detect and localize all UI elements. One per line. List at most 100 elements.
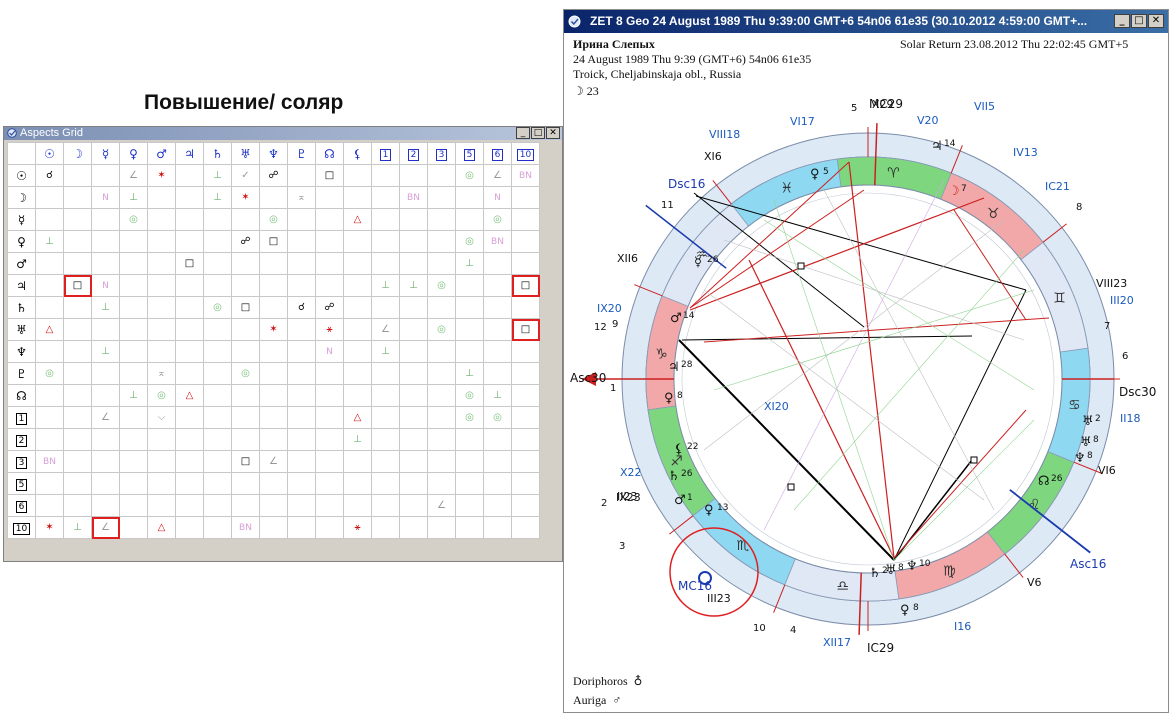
aspect-cell[interactable] bbox=[175, 516, 204, 539]
aspect-cell[interactable] bbox=[399, 208, 428, 231]
aspect-cell[interactable]: ∠ bbox=[371, 318, 400, 341]
aspect-cell[interactable]: ⊥ bbox=[91, 296, 120, 319]
aspect-cell[interactable]: □ bbox=[315, 164, 344, 187]
aspect-cell[interactable] bbox=[203, 450, 232, 473]
aspect-cell[interactable] bbox=[203, 406, 232, 429]
aspect-cell[interactable] bbox=[427, 450, 456, 473]
aspect-cell[interactable] bbox=[63, 406, 92, 429]
aspect-cell[interactable]: ✶ bbox=[147, 164, 176, 187]
aspect-cell[interactable]: □ bbox=[511, 318, 540, 341]
aspect-cell[interactable] bbox=[371, 472, 400, 495]
aspect-cell[interactable] bbox=[399, 472, 428, 495]
aspect-cell[interactable] bbox=[147, 428, 176, 451]
aspect-cell[interactable] bbox=[371, 230, 400, 253]
aspect-cell[interactable] bbox=[455, 208, 484, 231]
aspect-cell[interactable] bbox=[147, 296, 176, 319]
aspect-cell[interactable] bbox=[455, 186, 484, 209]
aspect-cell[interactable]: ∠ bbox=[259, 450, 288, 473]
aspect-cell[interactable] bbox=[35, 428, 64, 451]
aspect-cell[interactable]: □ bbox=[259, 230, 288, 253]
chart-window-titlebar[interactable]: ZET 8 Geo 24 August 1989 Thu 9:39:00 GMT… bbox=[564, 10, 1168, 33]
aspect-cell[interactable] bbox=[119, 340, 148, 363]
aspect-cell[interactable] bbox=[119, 450, 148, 473]
row-header[interactable]: ♂ bbox=[7, 252, 36, 275]
aspect-cell[interactable] bbox=[175, 362, 204, 385]
close-button[interactable]: ✕ bbox=[1148, 14, 1164, 28]
close-button[interactable]: ✕ bbox=[546, 127, 560, 139]
aspect-cell[interactable]: ∠ bbox=[91, 406, 120, 429]
aspect-cell[interactable] bbox=[483, 252, 512, 275]
aspect-cell[interactable] bbox=[343, 384, 372, 407]
aspect-cell[interactable] bbox=[343, 296, 372, 319]
column-header[interactable]: ♄ bbox=[203, 142, 232, 165]
aspect-cell[interactable] bbox=[91, 450, 120, 473]
aspect-cell[interactable] bbox=[203, 494, 232, 517]
aspect-cell[interactable] bbox=[287, 428, 316, 451]
aspect-cell[interactable] bbox=[511, 472, 540, 495]
row-header[interactable]: ♃ bbox=[7, 274, 36, 297]
aspect-cell[interactable]: ⊥ bbox=[119, 384, 148, 407]
aspect-cell[interactable] bbox=[511, 516, 540, 539]
aspect-cell[interactable] bbox=[371, 450, 400, 473]
aspect-cell[interactable]: ◎ bbox=[231, 362, 260, 385]
aspect-cell[interactable] bbox=[119, 274, 148, 297]
aspect-cell[interactable]: ∠ bbox=[483, 164, 512, 187]
aspect-cell[interactable] bbox=[259, 472, 288, 495]
aspect-cell[interactable]: ⊥ bbox=[455, 362, 484, 385]
aspect-cell[interactable] bbox=[63, 472, 92, 495]
aspect-cell[interactable] bbox=[147, 230, 176, 253]
aspect-cell[interactable] bbox=[455, 494, 484, 517]
aspect-cell[interactable] bbox=[175, 340, 204, 363]
row-header[interactable]: ☽ bbox=[7, 186, 36, 209]
aspect-cell[interactable] bbox=[147, 274, 176, 297]
aspect-cell[interactable] bbox=[119, 230, 148, 253]
aspect-cell[interactable] bbox=[91, 164, 120, 187]
aspect-cell[interactable] bbox=[371, 516, 400, 539]
aspect-cell[interactable]: ⚹ bbox=[315, 318, 344, 341]
aspect-cell[interactable] bbox=[259, 274, 288, 297]
row-header[interactable]: ♅ bbox=[7, 318, 36, 341]
aspect-cell[interactable]: ⊥ bbox=[63, 516, 92, 539]
aspect-cell[interactable] bbox=[511, 406, 540, 429]
aspect-cell[interactable] bbox=[343, 252, 372, 275]
aspect-cell[interactable] bbox=[175, 318, 204, 341]
column-header[interactable]: 10 bbox=[511, 142, 540, 165]
aspect-cell[interactable] bbox=[63, 186, 92, 209]
aspect-cell[interactable] bbox=[287, 252, 316, 275]
aspect-cell[interactable]: N bbox=[315, 340, 344, 363]
aspect-cell[interactable] bbox=[259, 384, 288, 407]
aspect-cell[interactable] bbox=[175, 186, 204, 209]
aspect-cell[interactable] bbox=[427, 340, 456, 363]
aspect-cell[interactable] bbox=[343, 450, 372, 473]
aspect-cell[interactable] bbox=[371, 384, 400, 407]
aspect-cell[interactable]: ⊥ bbox=[203, 186, 232, 209]
aspect-cell[interactable] bbox=[371, 186, 400, 209]
aspect-cell[interactable] bbox=[287, 406, 316, 429]
aspect-cell[interactable] bbox=[427, 472, 456, 495]
aspect-cell[interactable]: ☍ bbox=[259, 164, 288, 187]
aspect-cell[interactable] bbox=[371, 164, 400, 187]
column-header[interactable]: 1 bbox=[371, 142, 400, 165]
aspect-cell[interactable]: ⊥ bbox=[399, 274, 428, 297]
aspect-cell[interactable] bbox=[63, 208, 92, 231]
aspect-cell[interactable]: ⊥ bbox=[371, 340, 400, 363]
aspect-cell[interactable] bbox=[343, 164, 372, 187]
aspect-cell[interactable] bbox=[511, 296, 540, 319]
aspect-cell[interactable]: ⚹ bbox=[343, 516, 372, 539]
aspect-cell[interactable] bbox=[259, 296, 288, 319]
aspect-cell[interactable] bbox=[399, 318, 428, 341]
aspect-cell[interactable]: ◎ bbox=[483, 208, 512, 231]
aspect-cell[interactable] bbox=[343, 318, 372, 341]
aspect-cell[interactable] bbox=[315, 516, 344, 539]
minimize-button[interactable]: _ bbox=[1114, 14, 1130, 28]
aspect-cell[interactable]: ⌵ bbox=[147, 406, 176, 429]
aspect-cell[interactable]: ⊥ bbox=[119, 186, 148, 209]
aspect-cell[interactable] bbox=[427, 428, 456, 451]
aspect-cell[interactable] bbox=[427, 384, 456, 407]
aspect-cell[interactable] bbox=[287, 472, 316, 495]
aspect-cell[interactable] bbox=[511, 340, 540, 363]
aspect-cell[interactable] bbox=[63, 340, 92, 363]
aspect-cell[interactable] bbox=[259, 516, 288, 539]
aspect-cell[interactable] bbox=[203, 230, 232, 253]
aspect-cell[interactable] bbox=[259, 252, 288, 275]
